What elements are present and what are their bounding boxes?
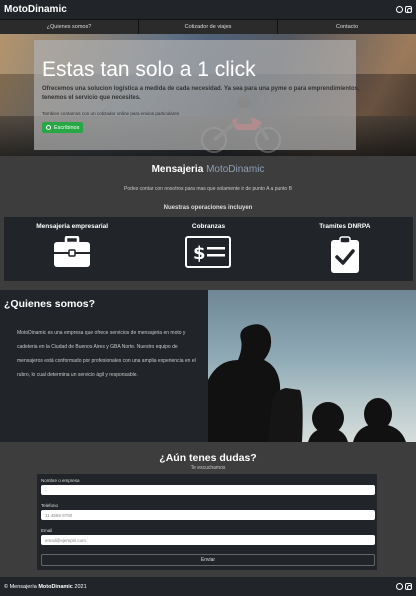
phone-input[interactable]: 11 4569 9780 bbox=[41, 510, 375, 520]
operations-panel: Mensajeria empresarial Cobranzas $ Trami… bbox=[4, 217, 413, 281]
quienes-somos-title: ¿Quienes somos? bbox=[4, 298, 96, 310]
email-input[interactable]: email@ejemplo.com bbox=[41, 535, 375, 545]
contact-form: Nombre o empresa - Telefono 11 4569 9780… bbox=[37, 474, 377, 570]
contact-title: ¿Aún tenes dudas? bbox=[159, 452, 257, 464]
footer-brand: MotoDinamic bbox=[38, 583, 73, 590]
instagram-icon[interactable] bbox=[405, 583, 412, 590]
whatsapp-icon[interactable] bbox=[396, 6, 403, 13]
email-label: Email bbox=[41, 528, 53, 533]
menu-item-cotizador[interactable]: Cotizador de viajes bbox=[138, 20, 277, 34]
hero-title: Estas tan solo a 1 click bbox=[42, 58, 256, 81]
hero-banner: Estas tan solo a 1 click Ofrecemos una s… bbox=[0, 34, 416, 156]
operation-label: Cobranzas bbox=[191, 223, 226, 230]
whatsapp-icon[interactable] bbox=[396, 583, 403, 590]
mensajeria-title-accent: MotoDinamic bbox=[206, 164, 265, 175]
footer-prefix: © Mensajería bbox=[4, 583, 37, 590]
team-silhouette-image bbox=[208, 290, 416, 442]
whatsapp-button-label: Escribinos bbox=[54, 124, 80, 131]
phone-label: Telefono bbox=[41, 503, 59, 508]
hero-lead: Ofrecemos una solucion logística a medid… bbox=[42, 86, 360, 101]
footer-social-links bbox=[396, 583, 412, 590]
footer-copyright: © Mensajería MotoDinamic 2021 bbox=[4, 584, 87, 590]
hero-card: Estas tan solo a 1 click Ofrecemos una s… bbox=[34, 40, 360, 150]
operations-title: Nuestras operaciones incluyen bbox=[163, 205, 253, 211]
hero-small-text: Tambien contamos con un cotizador online… bbox=[42, 111, 180, 116]
mensajeria-title-main: Mensajeria bbox=[151, 164, 204, 175]
operation-cobranzas: Cobranzas $ bbox=[140, 217, 276, 281]
quienes-somos-section: ¿Quienes somos? MotoDinamic es una empre… bbox=[0, 290, 416, 442]
whatsapp-icon bbox=[46, 125, 51, 130]
operation-mensajeria-empresarial: Mensajeria empresarial bbox=[4, 217, 140, 281]
name-input[interactable]: - bbox=[41, 485, 375, 495]
contact-subtitle: Te escuchamos bbox=[190, 465, 226, 471]
menu-item-quienes[interactable]: ¿Quienes somos? bbox=[0, 20, 138, 34]
clipboard-check-icon bbox=[330, 236, 359, 273]
mensajeria-title: Mensajeria MotoDinamic bbox=[0, 164, 416, 175]
brand-logo[interactable]: MotoDinamic bbox=[4, 4, 67, 15]
team-silhouettes bbox=[208, 324, 406, 442]
mensajeria-subtitle: Podes contar con nosotros para mas que s… bbox=[124, 186, 292, 192]
send-button[interactable]: Enviar bbox=[41, 554, 375, 566]
briefcase-icon bbox=[54, 236, 91, 267]
quienes-somos-text: MotoDinamic es una empresa que ofrece se… bbox=[17, 330, 196, 378]
menu-item-contacto[interactable]: Contacto bbox=[277, 20, 416, 34]
money-bill-icon: $ bbox=[185, 236, 232, 268]
footer: © Mensajería MotoDinamic 2021 bbox=[0, 577, 416, 596]
name-label: Nombre o empresa bbox=[41, 478, 80, 483]
operation-label: Tramites DNRPA bbox=[319, 223, 371, 230]
operation-label: Mensajeria empresarial bbox=[36, 223, 109, 230]
navbar: MotoDinamic bbox=[0, 0, 416, 19]
whatsapp-button[interactable]: Escribinos bbox=[42, 122, 84, 133]
instagram-icon[interactable] bbox=[405, 6, 412, 13]
footer-year: 2021 bbox=[74, 583, 87, 590]
operation-tramites-dnrpa: Tramites DNRPA bbox=[277, 217, 413, 281]
main-menu: ¿Quienes somos? Cotizador de viajes Cont… bbox=[0, 19, 416, 34]
quienes-somos-text-panel: ¿Quienes somos? MotoDinamic es una empre… bbox=[0, 290, 208, 442]
social-links bbox=[396, 6, 412, 13]
svg-text:$: $ bbox=[193, 243, 206, 264]
